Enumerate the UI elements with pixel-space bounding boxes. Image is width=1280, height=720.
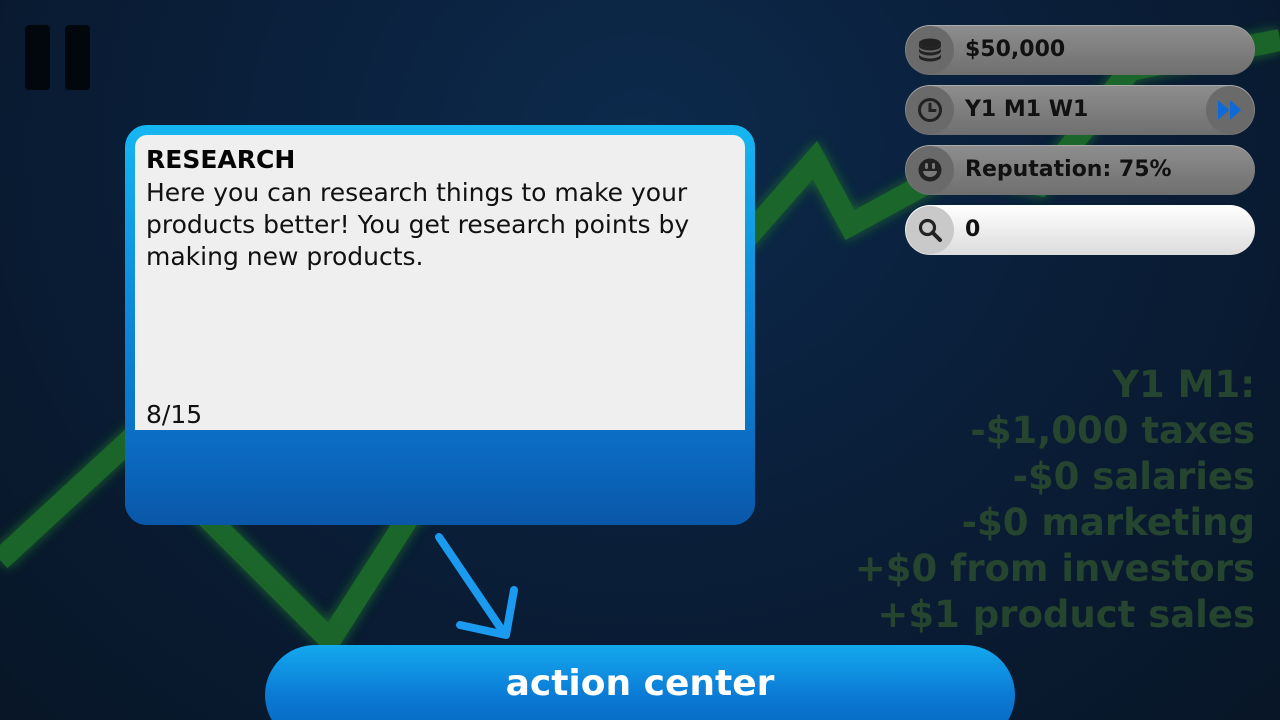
research-points-display: 0 bbox=[905, 205, 1255, 255]
tutorial-text: Here you can research things to make you… bbox=[146, 178, 690, 271]
report-product-sales: +$1 product sales bbox=[877, 593, 1255, 636]
magnifier-icon bbox=[906, 206, 954, 254]
pause-icon-bar-left bbox=[25, 25, 50, 90]
report-taxes: -$1,000 taxes bbox=[970, 409, 1255, 452]
tutorial-dialog[interactable]: RESEARCH Here you can research things to… bbox=[125, 125, 755, 525]
report-period: Y1 M1: bbox=[1112, 363, 1255, 406]
monthly-report: Y1 M1: -$1,000 taxes -$0 salaries -$0 ma… bbox=[855, 362, 1255, 638]
date-display: Y1 M1 W1 bbox=[905, 85, 1255, 135]
arrow-down-right-icon bbox=[435, 533, 518, 639]
tutorial-footer bbox=[125, 430, 755, 525]
money-value: $50,000 bbox=[965, 37, 1066, 62]
research-points-value: 0 bbox=[965, 217, 981, 242]
coins-icon bbox=[906, 26, 954, 74]
action-center-label: action center bbox=[505, 663, 775, 704]
clock-icon bbox=[906, 86, 954, 134]
reputation-value: Reputation: 75% bbox=[965, 157, 1172, 182]
reputation-display: Reputation: 75% bbox=[905, 145, 1255, 195]
pause-icon-bar-right bbox=[65, 25, 90, 90]
action-center-button[interactable]: action center bbox=[265, 645, 1015, 720]
fast-forward-icon bbox=[1218, 100, 1241, 120]
pause-button[interactable] bbox=[25, 25, 91, 91]
tutorial-progress: 8/15 bbox=[146, 400, 203, 429]
date-value: Y1 M1 W1 bbox=[965, 97, 1089, 122]
smiley-icon bbox=[906, 146, 954, 194]
tutorial-title: RESEARCH bbox=[146, 145, 296, 174]
tutorial-panel: RESEARCH Here you can research things to… bbox=[135, 135, 745, 430]
money-display: $50,000 bbox=[905, 25, 1255, 75]
fast-forward-button[interactable] bbox=[1206, 86, 1254, 134]
report-marketing: -$0 marketing bbox=[961, 501, 1255, 544]
report-investors: +$0 from investors bbox=[854, 547, 1255, 590]
report-salaries: -$0 salaries bbox=[1012, 455, 1255, 498]
